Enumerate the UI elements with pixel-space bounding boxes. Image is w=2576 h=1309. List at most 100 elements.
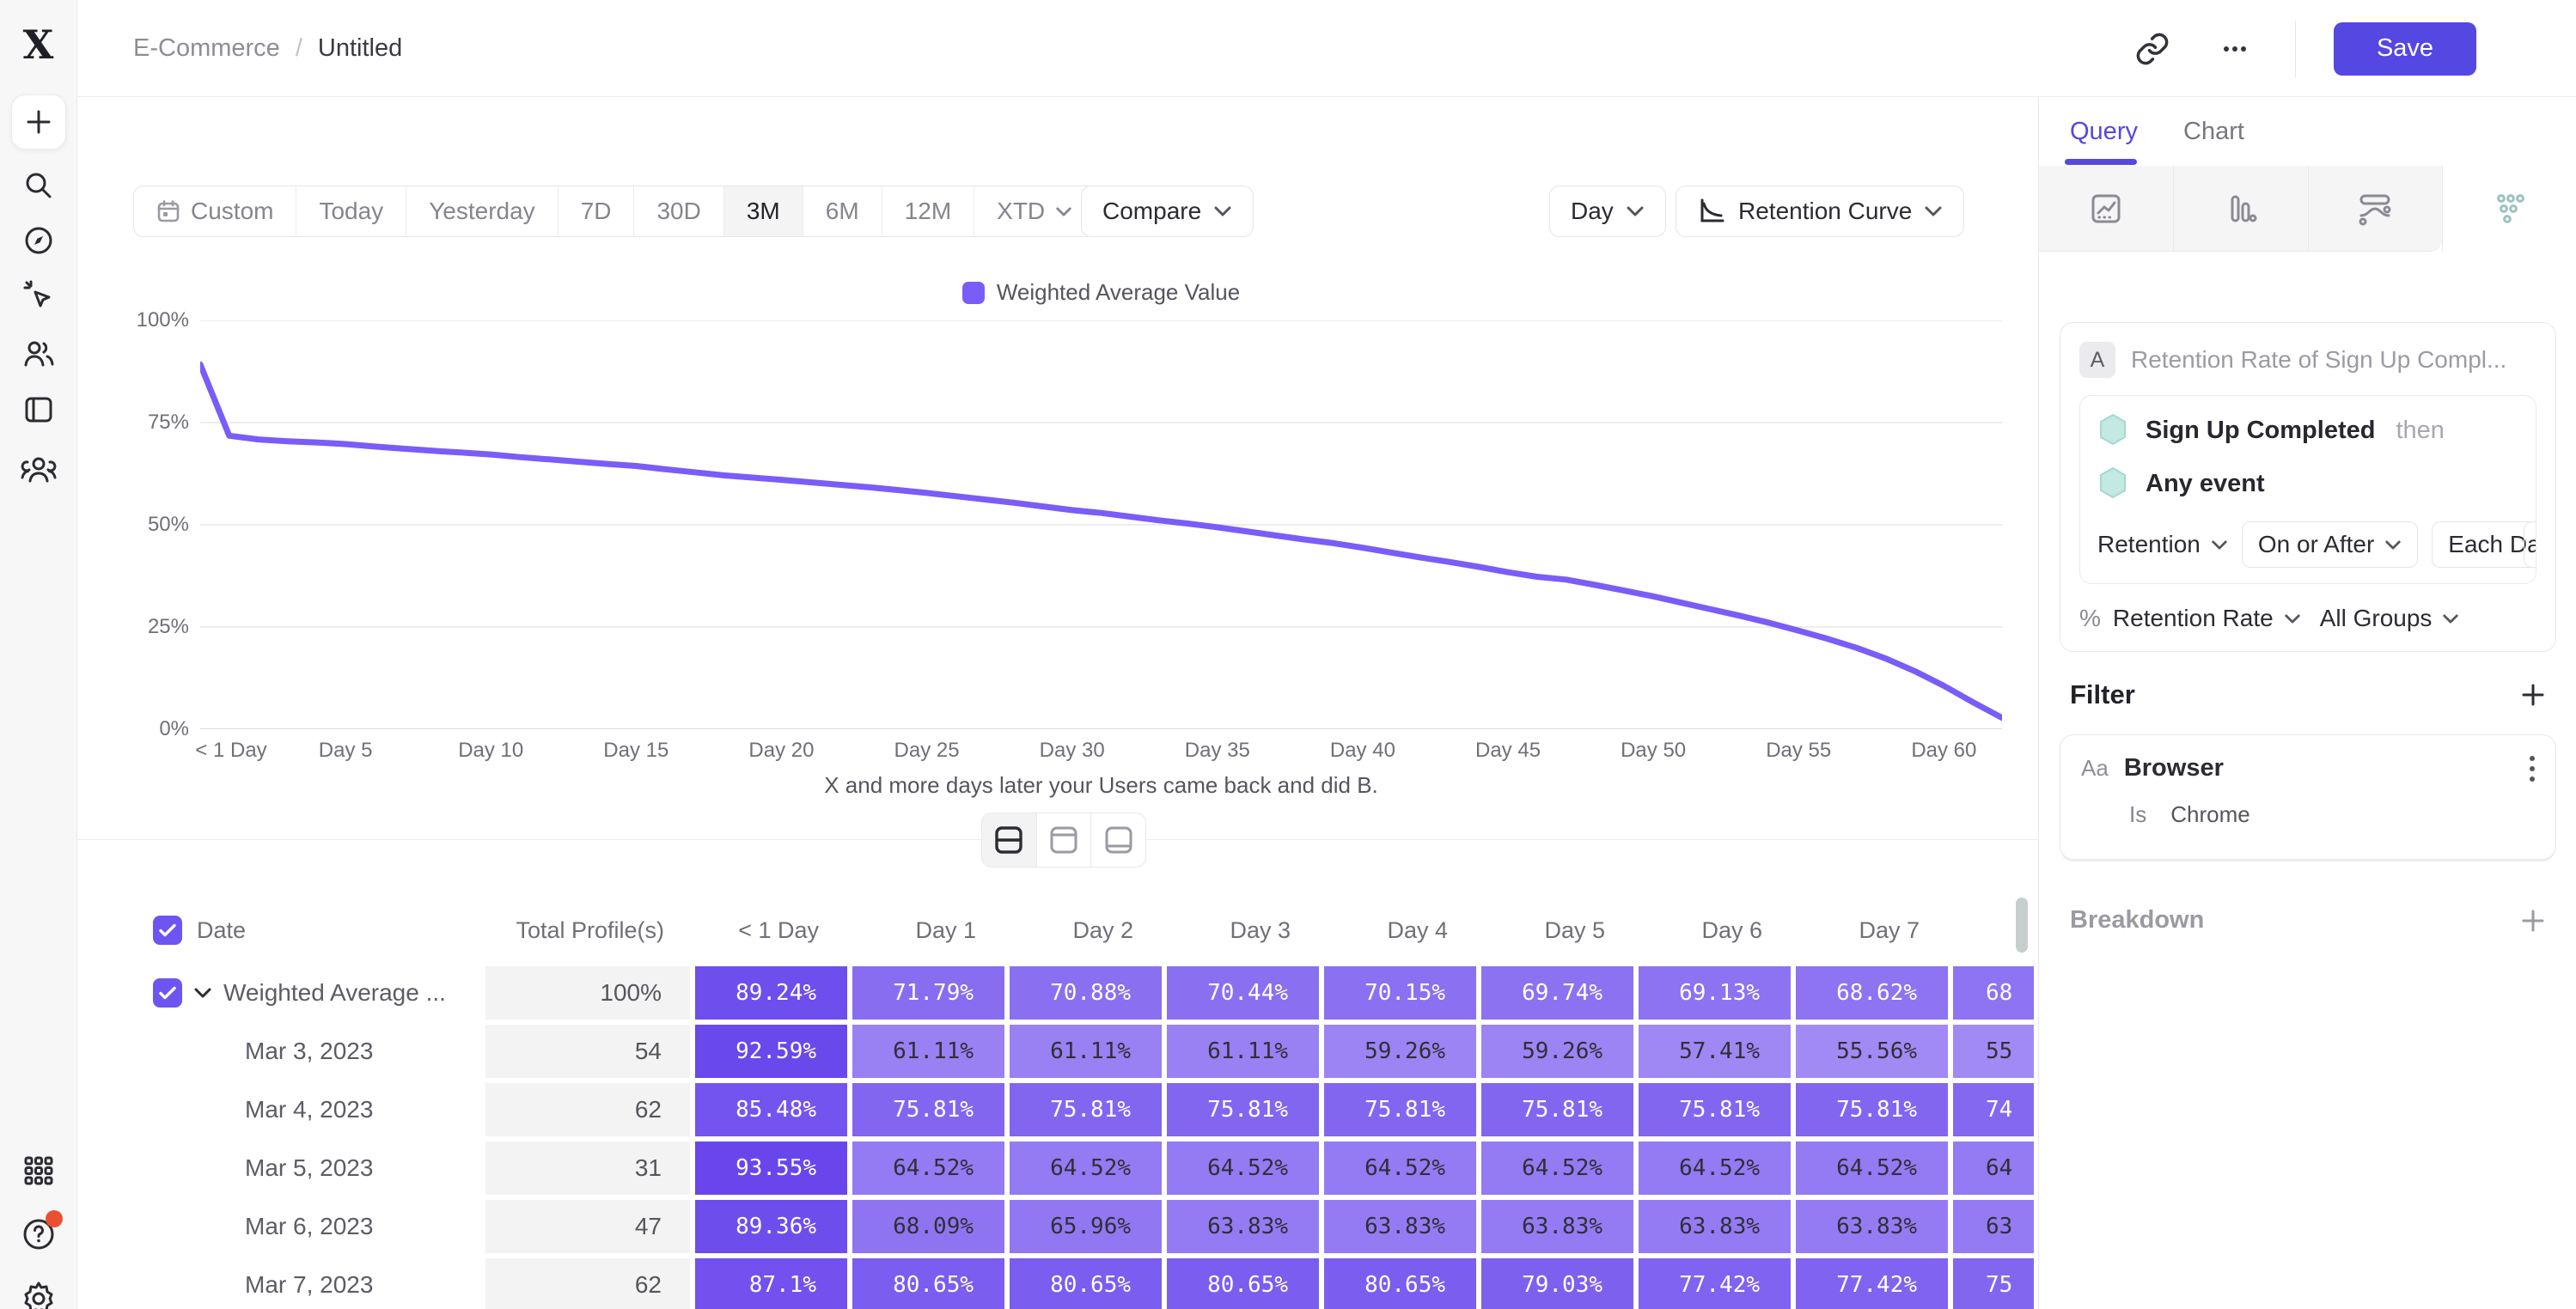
filter-kebab-menu[interactable] bbox=[2530, 756, 2535, 782]
query-title[interactable]: Retention Rate of Sign Up Compl... bbox=[2131, 346, 2506, 374]
filter-card[interactable]: Aa Browser Is Chrome bbox=[2060, 734, 2556, 860]
retention-cell-clipped[interactable]: 74 bbox=[1950, 1081, 2036, 1139]
retention-cell[interactable]: 75.81% bbox=[1007, 1081, 1164, 1139]
each-day-dropdown[interactable]: Each Day bbox=[2432, 521, 2536, 568]
filter-operator[interactable]: Is bbox=[2129, 801, 2146, 828]
retention-cell[interactable]: 80.65% bbox=[1007, 1256, 1164, 1309]
event-step-2[interactable]: Any event bbox=[2097, 465, 2518, 502]
table-scrollbar-thumb[interactable] bbox=[2016, 898, 2028, 953]
retention-cell[interactable]: 63.83% bbox=[1636, 1197, 1793, 1256]
retention-cell[interactable]: 64.52% bbox=[1636, 1139, 1793, 1197]
kind-flow-tab[interactable] bbox=[2308, 166, 2443, 252]
filter-value[interactable]: Chrome bbox=[2170, 801, 2249, 828]
share-link-button[interactable] bbox=[2130, 27, 2175, 71]
measure-dropdown[interactable]: Retention Rate bbox=[2113, 605, 2301, 632]
retention-cell[interactable]: 68.09% bbox=[850, 1197, 1007, 1256]
sidebar-item-users[interactable] bbox=[21, 336, 57, 372]
sidebar-item-events[interactable] bbox=[21, 277, 57, 314]
groups-dropdown[interactable]: All Groups bbox=[2320, 605, 2460, 632]
save-button[interactable]: Save bbox=[2334, 22, 2476, 76]
retention-cell[interactable]: 63.83% bbox=[1322, 1197, 1479, 1256]
range-3m[interactable]: 3M bbox=[723, 186, 803, 236]
select-all-checkbox[interactable] bbox=[153, 916, 182, 945]
retention-cell[interactable]: 64.52% bbox=[1322, 1139, 1479, 1197]
retention-cell[interactable]: 64.52% bbox=[850, 1139, 1007, 1197]
retention-cell[interactable]: 89.24% bbox=[693, 964, 850, 1022]
retention-cell[interactable]: 59.26% bbox=[1479, 1022, 1636, 1081]
retention-cell-clipped[interactable]: 64 bbox=[1950, 1139, 2036, 1197]
range-today[interactable]: Today bbox=[296, 186, 406, 236]
retention-cell[interactable]: 75.81% bbox=[1479, 1081, 1636, 1139]
retention-cell[interactable]: 89.36% bbox=[693, 1197, 850, 1256]
kind-line-chart-tab[interactable] bbox=[2039, 166, 2173, 252]
row-expander[interactable] bbox=[182, 987, 223, 999]
retention-cell[interactable]: 55.56% bbox=[1793, 1022, 1950, 1081]
retention-cell[interactable]: 75.81% bbox=[1636, 1081, 1793, 1139]
kind-bar-chart-tab[interactable] bbox=[2173, 166, 2308, 252]
view-split-button[interactable] bbox=[982, 813, 1036, 867]
retention-cell[interactable]: 70.44% bbox=[1164, 964, 1322, 1022]
range-12m[interactable]: 12M bbox=[882, 186, 974, 236]
sidebar-item-help[interactable] bbox=[20, 1215, 58, 1253]
granularity-dropdown[interactable]: Day bbox=[1549, 186, 1666, 237]
retention-cell-clipped[interactable]: 68 bbox=[1950, 964, 2036, 1022]
retention-cell[interactable]: 64.52% bbox=[1479, 1139, 1636, 1197]
kind-retention-tab[interactable] bbox=[2442, 166, 2576, 252]
sidebar-item-settings[interactable] bbox=[20, 1280, 58, 1309]
view-table-only-button[interactable] bbox=[1090, 813, 1145, 867]
retention-cell[interactable]: 68.62% bbox=[1793, 964, 1950, 1022]
event-step-1[interactable]: Sign Up Completed then bbox=[2097, 411, 2518, 449]
create-new-button[interactable] bbox=[11, 94, 66, 149]
view-chart-only-button[interactable] bbox=[1036, 813, 1091, 867]
retention-cell[interactable]: 61.11% bbox=[1164, 1022, 1322, 1081]
range-yesterday[interactable]: Yesterday bbox=[406, 186, 558, 236]
add-filter-button[interactable] bbox=[2520, 682, 2546, 708]
retention-cell[interactable]: 75.81% bbox=[1793, 1081, 1950, 1139]
retention-cell[interactable]: 93.55% bbox=[693, 1139, 850, 1197]
range-6m[interactable]: 6M bbox=[803, 186, 882, 236]
retention-cell[interactable]: 75.81% bbox=[850, 1081, 1007, 1139]
retention-cell[interactable]: 63.83% bbox=[1479, 1197, 1636, 1256]
app-logo[interactable]: X bbox=[23, 21, 54, 68]
compare-button[interactable]: Compare bbox=[1081, 186, 1254, 237]
on-or-after-dropdown[interactable]: On or After bbox=[2242, 521, 2418, 568]
sidebar-item-explore[interactable] bbox=[21, 223, 56, 258]
more-options-button[interactable] bbox=[2213, 27, 2257, 71]
row-checkbox[interactable] bbox=[153, 978, 182, 1008]
sidebar-item-cohorts[interactable] bbox=[19, 452, 58, 486]
retention-cell[interactable]: 63.83% bbox=[1164, 1197, 1322, 1256]
retention-cell[interactable]: 64.52% bbox=[1793, 1139, 1950, 1197]
retention-cell[interactable]: 75.81% bbox=[1322, 1081, 1479, 1139]
retention-cell[interactable]: 64.52% bbox=[1164, 1139, 1322, 1197]
retention-cell-clipped[interactable]: 75 bbox=[1950, 1256, 2036, 1309]
retention-cell[interactable]: 80.65% bbox=[850, 1256, 1007, 1309]
tab-chart[interactable]: Chart bbox=[2183, 118, 2244, 146]
add-breakdown-button[interactable] bbox=[2520, 908, 2546, 934]
retention-cell[interactable]: 75.81% bbox=[1164, 1081, 1322, 1139]
range-xtd[interactable]: XTD bbox=[974, 186, 1095, 236]
retention-cell[interactable]: 92.59% bbox=[693, 1022, 850, 1081]
retention-cell[interactable]: 57.41% bbox=[1636, 1022, 1793, 1081]
retention-cell[interactable]: 65.96% bbox=[1007, 1197, 1164, 1256]
sidebar-item-boards[interactable] bbox=[21, 393, 56, 427]
retention-cell[interactable]: 80.65% bbox=[1164, 1256, 1322, 1309]
retention-cell[interactable]: 69.74% bbox=[1479, 964, 1636, 1022]
retention-cell-clipped[interactable]: 55 bbox=[1950, 1022, 2036, 1081]
sidebar-item-search[interactable] bbox=[21, 168, 56, 203]
retention-cell[interactable]: 63.83% bbox=[1793, 1197, 1950, 1256]
retention-cell[interactable]: 61.11% bbox=[1007, 1022, 1164, 1081]
breadcrumb-project[interactable]: E-Commerce bbox=[133, 34, 280, 63]
retention-cell[interactable]: 87.1% bbox=[693, 1256, 850, 1309]
retention-cell[interactable]: 69.13% bbox=[1636, 964, 1793, 1022]
retention-cell[interactable]: 70.88% bbox=[1007, 964, 1164, 1022]
range-custom[interactable]: Custom bbox=[134, 186, 296, 236]
range-7d[interactable]: 7D bbox=[558, 186, 634, 236]
retention-cell[interactable]: 79.03% bbox=[1479, 1256, 1636, 1309]
retention-cell[interactable]: 80.65% bbox=[1322, 1256, 1479, 1309]
chart-type-dropdown[interactable]: Retention Curve bbox=[1676, 186, 1964, 237]
retention-cell[interactable]: 64.52% bbox=[1007, 1139, 1164, 1197]
retention-cell[interactable]: 61.11% bbox=[850, 1022, 1007, 1081]
retention-cell[interactable]: 77.42% bbox=[1636, 1256, 1793, 1309]
retention-cell[interactable]: 59.26% bbox=[1322, 1022, 1479, 1081]
tab-query[interactable]: Query bbox=[2070, 118, 2138, 146]
